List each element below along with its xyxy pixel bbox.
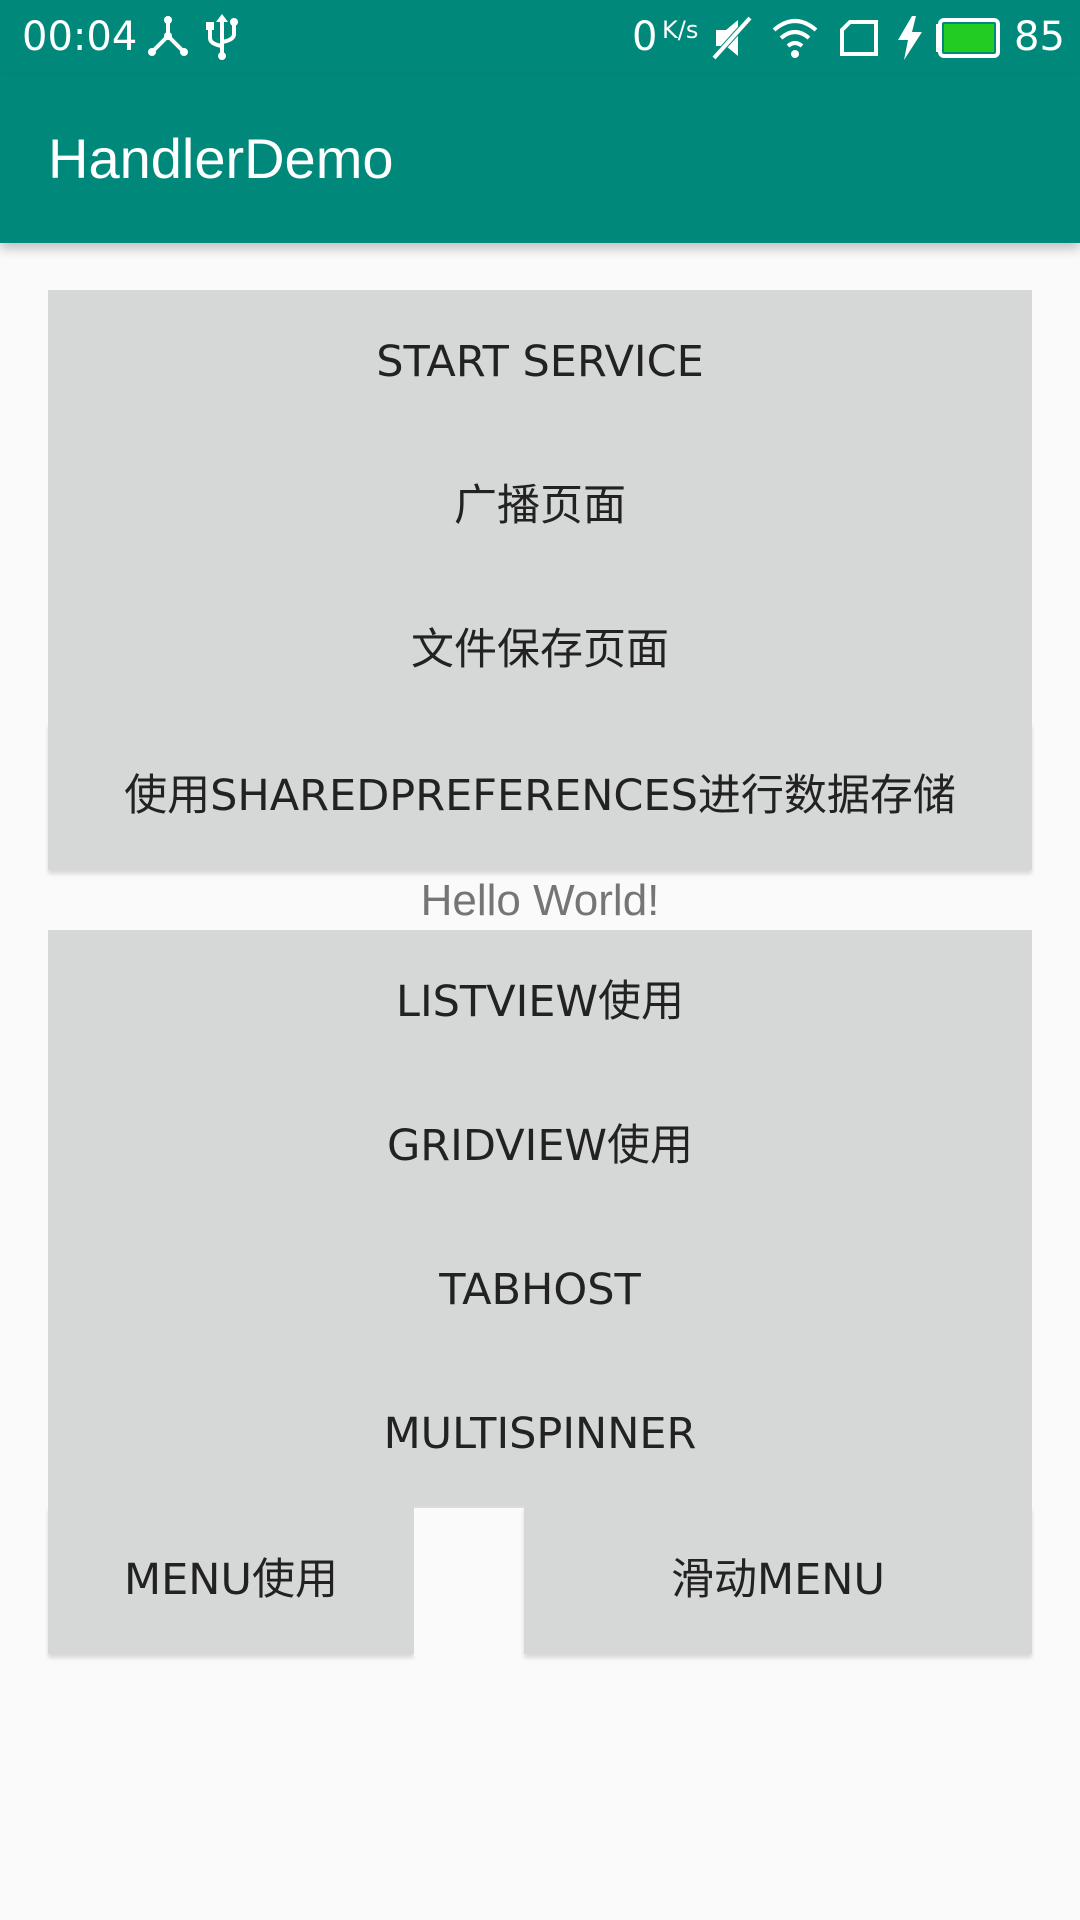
app-bar: HandlerDemo [0, 75, 1080, 243]
sliding-menu-button[interactable]: 滑动MENU [524, 1506, 1032, 1654]
multispinner-button[interactable]: MULTISPINNER [48, 1362, 1032, 1506]
tabhost-button[interactable]: TABHOST [48, 1218, 1032, 1362]
net-speed-value: 0 [632, 14, 658, 60]
wifi-icon [772, 19, 818, 58]
status-bar: 00:04 0 K/s 85 [0, 0, 1080, 75]
hello-world-text: Hello World! [420, 876, 660, 925]
sim-icon [840, 20, 878, 56]
status-time: 00:04 [22, 14, 138, 60]
listview-button[interactable]: LISTVIEW使用 [48, 930, 1032, 1074]
start-service-button[interactable]: START SERVICE [48, 290, 1032, 434]
broadcast-page-button[interactable]: 广播页面 [48, 434, 1032, 578]
menu-button[interactable]: MENU使用 [48, 1506, 414, 1654]
shared-preferences-button[interactable]: 使用SHAREDPREFERENCES进行数据存储 [48, 722, 1032, 870]
app-title: HandlerDemo [48, 127, 394, 190]
file-save-page-button[interactable]: 文件保存页面 [48, 578, 1032, 722]
gridview-button[interactable]: GRIDVIEW使用 [48, 1074, 1032, 1218]
mute-icon [711, 15, 753, 61]
battery-icon [936, 18, 1000, 58]
battery-level: 85 [1014, 14, 1065, 60]
share-node-icon [148, 16, 188, 56]
net-speed-unit: K/s [662, 16, 699, 44]
usb-icon [206, 14, 238, 60]
empty-cell [414, 1506, 524, 1656]
charging-icon [898, 16, 922, 60]
